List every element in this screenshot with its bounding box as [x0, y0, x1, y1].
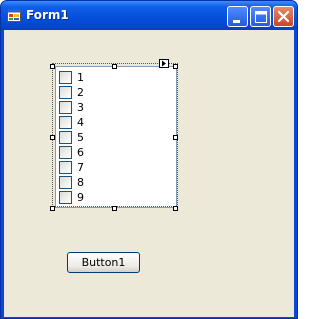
item-label: 2: [77, 86, 84, 99]
item-label: 1: [77, 71, 84, 84]
resize-handle-sw[interactable]: [50, 206, 55, 211]
close-icon: [277, 10, 290, 23]
item-label: 6: [77, 146, 84, 159]
window-title: Form1: [26, 8, 69, 22]
app-icon: [7, 9, 21, 22]
list-item[interactable]: 8: [59, 175, 171, 190]
checkbox[interactable]: [59, 131, 72, 144]
checked-list-box[interactable]: 1 2 3 4 5 6 7 8 9: [55, 66, 177, 208]
item-label: 5: [77, 131, 84, 144]
list-item[interactable]: 4: [59, 115, 171, 130]
list-item[interactable]: 9: [59, 190, 171, 205]
list-item[interactable]: 6: [59, 145, 171, 160]
resize-handle-s[interactable]: [112, 206, 117, 211]
list-item[interactable]: 3: [59, 100, 171, 115]
checkbox[interactable]: [59, 146, 72, 159]
checkbox[interactable]: [59, 176, 72, 189]
resize-handle-n[interactable]: [112, 64, 117, 69]
button1[interactable]: Button1: [67, 252, 140, 273]
list-item[interactable]: 1: [59, 70, 171, 85]
close-button[interactable]: [273, 6, 294, 27]
checkbox[interactable]: [59, 101, 72, 114]
resize-handle-ne[interactable]: [173, 64, 178, 69]
checkbox[interactable]: [59, 161, 72, 174]
item-label: 7: [77, 161, 84, 174]
maximize-icon: [255, 11, 267, 23]
item-label: 4: [77, 116, 84, 129]
checkbox[interactable]: [59, 86, 72, 99]
smart-tag-button[interactable]: [159, 59, 169, 68]
item-label: 8: [77, 176, 84, 189]
form-client-area: 1 2 3 4 5 6 7 8 9 Button1: [4, 30, 294, 317]
list-item[interactable]: 5: [59, 130, 171, 145]
checkbox[interactable]: [59, 71, 72, 84]
resize-handle-e[interactable]: [173, 135, 178, 140]
checkbox[interactable]: [59, 191, 72, 204]
checkbox[interactable]: [59, 116, 72, 129]
form1-window: Form1 1 2 3 4 5 6 7 8 9 Button1: [0, 0, 298, 319]
minimize-icon: [233, 20, 240, 23]
resize-handle-se[interactable]: [173, 206, 178, 211]
item-label: 3: [77, 101, 84, 114]
list-item[interactable]: 7: [59, 160, 171, 175]
title-bar[interactable]: Form1: [1, 1, 297, 30]
smart-tag-arrow-icon: [162, 60, 166, 67]
list-item[interactable]: 2: [59, 85, 171, 100]
resize-handle-w[interactable]: [50, 135, 55, 140]
item-label: 9: [77, 191, 84, 204]
minimize-button[interactable]: [227, 6, 248, 27]
maximize-button[interactable]: [250, 6, 271, 27]
resize-handle-nw[interactable]: [50, 64, 55, 69]
